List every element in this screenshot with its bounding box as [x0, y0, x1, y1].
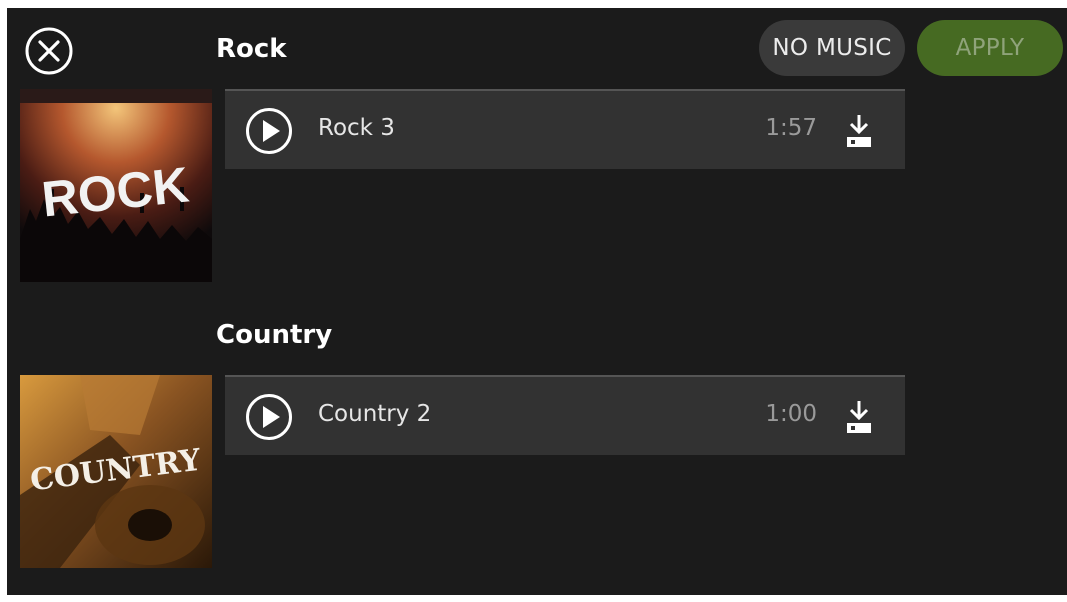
- section-title-country: Country: [216, 320, 333, 350]
- track-row[interactable]: Rock 3 1:57: [225, 89, 905, 169]
- track-name: Rock 3: [318, 115, 395, 141]
- music-picker-panel: NO MUSIC APPLY Rock ROCK Rock 3 1:57 Cou…: [7, 8, 1067, 595]
- download-button[interactable]: [845, 399, 873, 435]
- country-cover-image: COUNTRY: [20, 375, 212, 568]
- track-name: Country 2: [318, 401, 432, 427]
- play-button[interactable]: [245, 107, 293, 155]
- close-circle-icon: [25, 27, 73, 75]
- no-music-button[interactable]: NO MUSIC: [759, 20, 905, 76]
- play-circle-icon: [246, 394, 292, 440]
- apply-button[interactable]: APPLY: [917, 20, 1063, 76]
- download-icon: [847, 115, 871, 147]
- play-button[interactable]: [245, 393, 293, 441]
- track-row[interactable]: Country 2 1:00: [225, 375, 905, 455]
- track-duration: 1:57: [765, 115, 817, 141]
- close-button[interactable]: [24, 26, 74, 76]
- section-title-rock: Rock: [216, 34, 287, 64]
- download-button[interactable]: [845, 113, 873, 149]
- download-icon: [847, 401, 871, 433]
- play-circle-icon: [246, 108, 292, 154]
- rock-cover-image: ROCK: [20, 89, 212, 282]
- track-duration: 1:00: [765, 401, 817, 427]
